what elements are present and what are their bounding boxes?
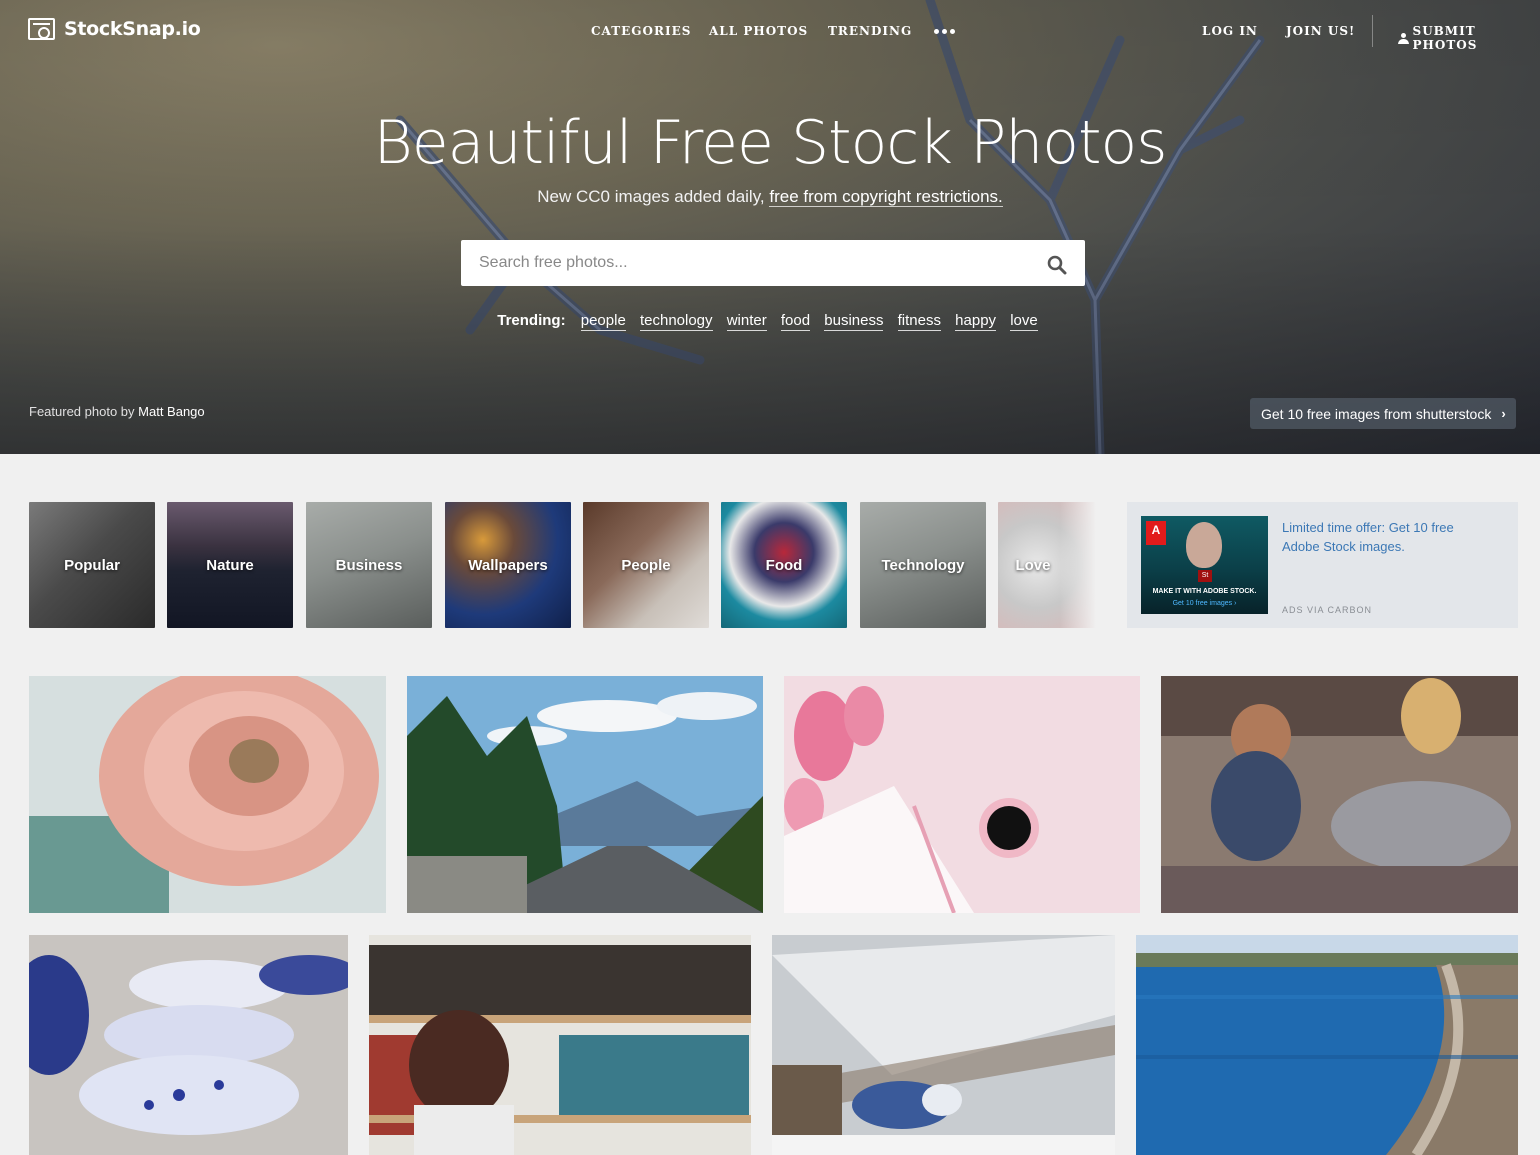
adobe-stock-badge-icon: St [1198, 570, 1212, 582]
trending-tag[interactable]: love [1010, 312, 1038, 331]
trending-tag[interactable]: people [580, 312, 626, 331]
carbon-ad[interactable]: A St MAKE IT WITH ADOBE STOCK. Get 10 fr… [1127, 502, 1518, 628]
ad-image-headline: MAKE IT WITH ADOBE STOCK. [1152, 588, 1257, 595]
nav-divider [1372, 15, 1373, 47]
copyright-link[interactable]: free from copyright restrictions. [769, 187, 1003, 207]
category-tile-technology[interactable]: Technology [860, 502, 986, 628]
trending-tag[interactable]: happy [955, 312, 997, 331]
trending-tag[interactable]: food [780, 312, 811, 331]
ad-image[interactable]: A St MAKE IT WITH ADOBE STOCK. Get 10 fr… [1141, 516, 1268, 614]
ad-portrait [1186, 522, 1222, 568]
adobe-logo-icon: A [1146, 521, 1166, 545]
more-menu-icon[interactable] [934, 29, 955, 34]
search-bar [461, 240, 1085, 286]
trending-tag[interactable]: fitness [897, 312, 941, 331]
photo-woman-bookshelf[interactable] [369, 935, 751, 1155]
brand-logo[interactable]: StockSnap.io [28, 18, 201, 40]
photo-blue-lake-shore[interactable] [1136, 935, 1518, 1155]
search-icon[interactable] [1047, 255, 1067, 275]
photo-mother-baby[interactable] [1161, 676, 1518, 913]
featured-author-link[interactable]: Matt Bango [138, 404, 205, 419]
upload-user-icon [1398, 32, 1409, 44]
trending-label: Trending: [497, 312, 566, 329]
category-tile-popular[interactable]: Popular [29, 502, 155, 628]
photo-mountain-road[interactable] [407, 676, 763, 913]
nav-join[interactable]: JOIN US! [1286, 24, 1355, 38]
trending-tag[interactable]: technology [639, 312, 713, 331]
search-input[interactable] [461, 240, 1021, 286]
nav-categories[interactable]: CATEGORIES [591, 24, 691, 38]
trending-tag[interactable]: winter [726, 312, 767, 331]
hero-section [0, 0, 1540, 454]
trending-tag[interactable]: business [824, 312, 884, 331]
trending-tags: Trending: people technology winter food … [0, 312, 1540, 331]
ad-image-cta: Get 10 free images › [1172, 600, 1237, 607]
photo-pink-ranunculus[interactable] [29, 676, 386, 913]
camera-icon [28, 18, 55, 40]
nav-submit-photos[interactable]: SUBMIT PHOTOS [1398, 24, 1540, 52]
category-tile-business[interactable]: Business [306, 502, 432, 628]
nav-all-photos[interactable]: ALL PHOTOS [709, 24, 808, 38]
category-scroll-fade [1060, 502, 1096, 628]
category-tile-nature[interactable]: Nature [167, 502, 293, 628]
shutterstock-button[interactable]: Get 10 free images from shutterstock › [1250, 398, 1516, 429]
category-tile-wallpapers[interactable]: Wallpapers [445, 502, 571, 628]
brand-name: StockSnap.io [64, 18, 201, 40]
nav-trending[interactable]: TRENDING [828, 24, 912, 38]
nav-login[interactable]: LOG IN [1202, 24, 1258, 38]
category-tile-people[interactable]: People [583, 502, 709, 628]
hero-subtitle: New CC0 images added daily, free from co… [537, 187, 1003, 207]
category-tile-food[interactable]: Food [721, 502, 847, 628]
photo-tulips-notebook[interactable] [784, 676, 1140, 913]
featured-credit: Featured photo by Matt Bango [29, 404, 205, 419]
hero-title: Beautiful Free Stock Photos [373, 108, 1167, 178]
photo-blue-white-bowls[interactable] [29, 935, 348, 1155]
photo-blue-jay[interactable] [772, 935, 1115, 1155]
ad-copy-link[interactable]: Limited time offer: Get 10 free Adobe St… [1282, 518, 1492, 556]
ads-via-carbon[interactable]: ADS VIA CARBON [1282, 605, 1372, 615]
chevron-right-icon: › [1501, 406, 1506, 421]
